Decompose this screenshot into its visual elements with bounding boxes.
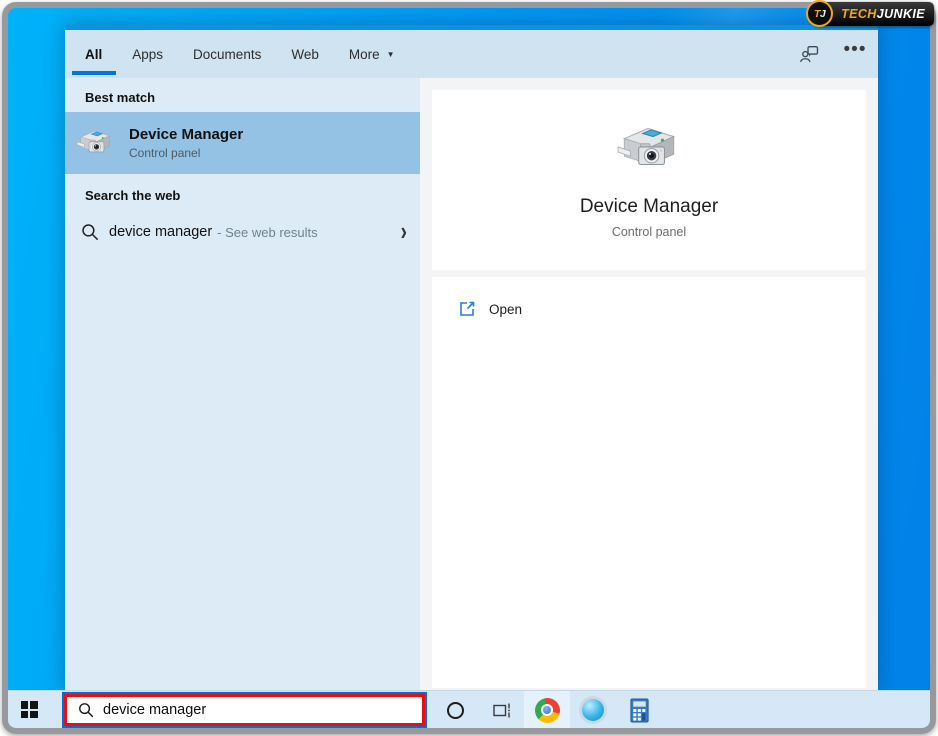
tab-all[interactable]: All: [85, 30, 102, 78]
task-view-icon: [492, 703, 510, 717]
taskbar-search-box-annotated[interactable]: [64, 694, 425, 726]
chevron-right-icon[interactable]: ›: [401, 219, 407, 245]
cortana-circle-icon: [446, 701, 464, 719]
search-tab-bar: All Apps Documents Web More ▼ •••: [65, 30, 878, 78]
search-icon: [79, 703, 94, 718]
device-manager-icon: [76, 130, 111, 153]
chevron-down-icon: ▼: [386, 49, 395, 59]
web-search-result[interactable]: device manager - See web results ›: [65, 213, 420, 251]
windows-start-icon: [20, 701, 38, 718]
panel-header-icons: •••: [786, 30, 878, 78]
screenshot-stage: All Apps Documents Web More ▼ ••• Best m…: [0, 0, 938, 736]
best-match-subtitle: Control panel: [129, 146, 201, 160]
device-manager-icon: [617, 127, 676, 166]
chrome-icon: [534, 697, 560, 723]
taskbar-search-input[interactable]: [103, 702, 383, 718]
best-match-title: Device Manager: [129, 126, 244, 143]
badge-letter-j: J: [819, 7, 826, 20]
best-match-texts: Device Manager Control panel: [129, 126, 243, 160]
techjunkie-badge-icon: TJ: [806, 0, 834, 27]
web-query-text: device manager: [109, 224, 213, 240]
detail-card-hero: Device Manager Control panel: [432, 90, 866, 270]
open-action-label: Open: [489, 301, 523, 317]
open-action[interactable]: Open: [432, 289, 866, 329]
web-results-suffix: - See web results: [217, 224, 318, 240]
wordmark-junkie: JUNKIE: [876, 7, 925, 21]
desktop-wallpaper: All Apps Documents Web More ▼ ••• Best m…: [2, 2, 936, 734]
detail-column: Device Manager Control panel Open: [420, 78, 878, 690]
tab-more[interactable]: More ▼: [349, 30, 395, 78]
best-match-header: Best match: [85, 90, 156, 105]
tab-apps[interactable]: Apps: [132, 30, 163, 78]
tab-web[interactable]: Web: [291, 30, 319, 78]
more-options-icon[interactable]: •••: [832, 30, 878, 78]
detail-subtitle: Control panel: [611, 225, 687, 239]
task-view-button[interactable]: [478, 691, 524, 728]
start-button[interactable]: [8, 691, 50, 728]
tab-documents[interactable]: Documents: [193, 30, 261, 78]
panel-body: Best match Device Manager Control panel …: [65, 78, 878, 690]
open-external-icon: [460, 301, 475, 316]
wordmark-tech: TECH: [841, 7, 877, 21]
ellipsis-glyph: •••: [843, 39, 867, 60]
detail-actions: Open: [432, 277, 866, 688]
blue-sphere-app-icon: [582, 699, 604, 721]
tab-more-label: More: [348, 46, 380, 62]
feedback-icon[interactable]: [786, 30, 832, 78]
taskbar-icons: [432, 691, 662, 728]
search-icon: [82, 224, 98, 240]
calculator-button[interactable]: [616, 691, 662, 728]
start-search-panel: All Apps Documents Web More ▼ ••• Best m…: [65, 25, 878, 690]
detail-card: Device Manager Control panel Open: [432, 90, 866, 688]
techjunkie-wordmark: TECHJUNKIE: [841, 7, 925, 21]
chrome-button[interactable]: [524, 691, 570, 728]
best-match-result-device-manager[interactable]: Device Manager Control panel: [65, 112, 420, 174]
cortana-button[interactable]: [432, 691, 478, 728]
taskbar: [8, 690, 930, 728]
search-web-header: Search the web: [85, 188, 181, 203]
card-divider: [432, 270, 866, 277]
results-column: Best match Device Manager Control panel …: [65, 78, 420, 690]
blue-sphere-app-button[interactable]: [570, 691, 616, 728]
calculator-icon: [629, 698, 649, 722]
detail-title: Device Manager: [579, 196, 719, 217]
techjunkie-logo: TJ TECHJUNKIE: [806, 0, 934, 27]
